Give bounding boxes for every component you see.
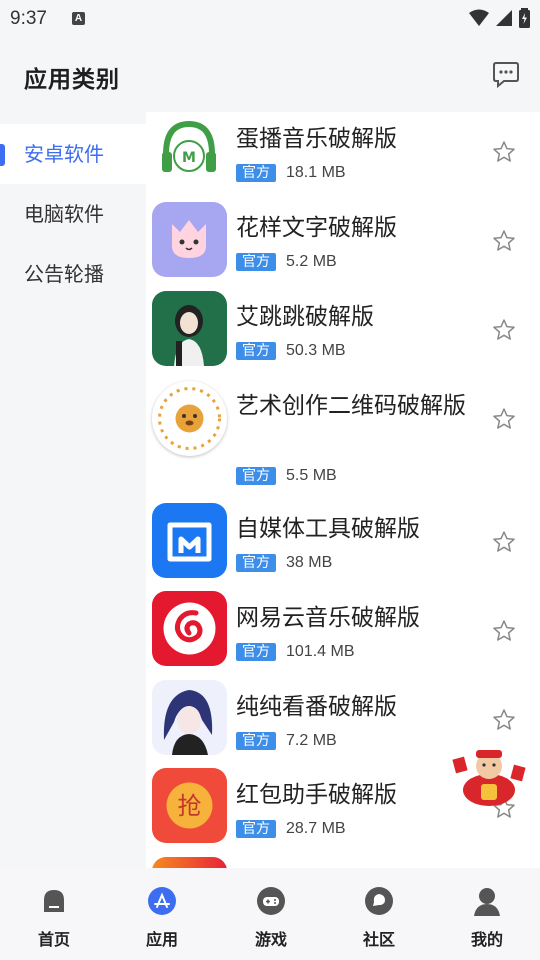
grab-char: 抢 [178, 792, 202, 820]
app-meta: 官方 5.5 MB [236, 467, 337, 485]
app-name: 红包助手破解版 [236, 782, 397, 808]
top-header: 应用类别 [0, 36, 540, 112]
official-badge: 官方 [236, 643, 276, 661]
god-of-wealth-floating-icon[interactable] [450, 744, 528, 810]
tab-label: 社区 [362, 930, 395, 949]
app-meta: 官方 5.2 MB [236, 253, 337, 271]
app-meta: 官方 50.3 MB [236, 342, 346, 360]
tab-label: 我的 [470, 930, 503, 949]
tab-community[interactable]: 社区 [344, 886, 414, 950]
bottom-tab-bar: 首页 应用 游戏 社区 我的 [0, 868, 540, 960]
star-icon[interactable] [492, 708, 516, 732]
red-envelope-grab-icon: 抢 [152, 768, 227, 843]
community-icon [365, 887, 393, 915]
cute-tulip-icon [152, 202, 227, 277]
netease-music-icon [152, 591, 227, 666]
store-box-icon [152, 503, 227, 578]
signal-icon [496, 10, 512, 26]
star-icon[interactable] [492, 229, 516, 253]
app-meta: 官方 18.1 MB [236, 164, 346, 182]
star-icon[interactable] [492, 530, 516, 554]
app-size: 5.2 MB [286, 253, 337, 270]
home-icon [44, 890, 64, 912]
app-name: 自媒体工具破解版 [236, 516, 420, 542]
svg-text:M: M [182, 150, 196, 166]
app-name: 纯纯看番破解版 [236, 694, 397, 720]
official-badge: 官方 [236, 820, 276, 838]
profile-icon [474, 888, 500, 916]
app-size: 38 MB [286, 554, 333, 571]
official-badge: 官方 [236, 732, 276, 750]
app-size: 101.4 MB [286, 643, 355, 660]
status-bar: 9:37 A [0, 0, 540, 36]
tab-label: 游戏 [254, 930, 287, 949]
tab-apps[interactable]: 应用 [127, 886, 197, 950]
app-size: 50.3 MB [286, 342, 346, 359]
star-icon[interactable] [492, 318, 516, 342]
official-badge: 官方 [236, 253, 276, 271]
tab-profile[interactable]: 我的 [452, 886, 522, 950]
gamepad-icon [257, 887, 285, 915]
tab-label: 应用 [145, 930, 178, 949]
official-badge: 官方 [236, 164, 276, 182]
app-meta: 官方 7.2 MB [236, 732, 337, 750]
anime-girl-icon [152, 680, 227, 755]
app-size: 28.7 MB [286, 820, 346, 837]
sidebar-item-android[interactable]: 安卓软件 [0, 124, 146, 184]
star-icon[interactable] [492, 140, 516, 164]
app-size: 7.2 MB [286, 732, 337, 749]
app-icon-partial [152, 857, 227, 868]
tab-games[interactable]: 游戏 [236, 886, 306, 950]
app-name: 艺术创作二维码破解版 [236, 393, 466, 419]
girl-portrait-icon [152, 291, 227, 366]
category-sidebar: 安卓软件 电脑软件 公告轮播 [0, 112, 146, 868]
tab-home[interactable]: 首页 [19, 886, 89, 950]
notification-a-icon: A [72, 12, 85, 25]
official-badge: 官方 [236, 467, 276, 485]
app-size: 5.5 MB [286, 467, 337, 484]
system-icons [469, 8, 530, 28]
wifi-icon [469, 9, 489, 26]
music-headphones-icon: M [152, 114, 227, 189]
app-meta: 官方 28.7 MB [236, 820, 346, 838]
app-name: 网易云音乐破解版 [236, 605, 420, 631]
page-title: 应用类别 [24, 67, 120, 93]
official-badge: 官方 [236, 554, 276, 572]
battery-icon [519, 8, 530, 28]
sidebar-item-pc[interactable]: 电脑软件 [0, 184, 146, 244]
app-meta: 官方 101.4 MB [236, 643, 354, 661]
app-name: 艾跳跳破解版 [236, 304, 374, 330]
app-name: 花样文字破解版 [236, 215, 397, 241]
sidebar-item-announcements[interactable]: 公告轮播 [0, 244, 146, 304]
flower-lion-icon [152, 381, 227, 456]
message-icon[interactable] [492, 60, 520, 88]
app-meta: 官方 38 MB [236, 554, 332, 572]
status-time: 9:37 [10, 8, 47, 29]
app-store-icon [148, 887, 176, 915]
app-size: 18.1 MB [286, 164, 346, 181]
app-name: 蛋播音乐破解版 [236, 126, 397, 152]
tab-label: 首页 [37, 930, 70, 949]
star-icon[interactable] [492, 407, 516, 431]
official-badge: 官方 [236, 342, 276, 360]
star-icon[interactable] [492, 619, 516, 643]
